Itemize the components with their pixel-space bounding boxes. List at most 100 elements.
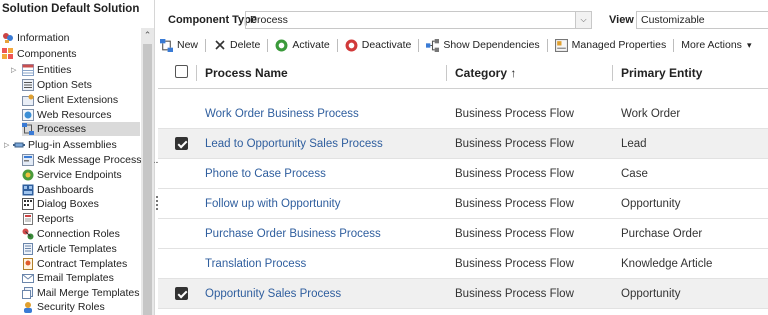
- sidebar-item-web-resources[interactable]: Web Resources: [22, 108, 112, 122]
- sidebar-item-label: Dialog Boxes: [37, 198, 99, 210]
- sidebar-item-label: Mail Merge Templates: [37, 287, 140, 299]
- contract-templates-icon: [23, 258, 33, 270]
- sidebar-item-information[interactable]: Information: [2, 31, 70, 45]
- sidebar-item-label: Information: [17, 32, 70, 44]
- table-row[interactable]: Purchase Order Business Process Business …: [158, 219, 768, 249]
- primary-entity-cell: Opportunity: [621, 288, 681, 300]
- sidebar-item-label: Client Extensions: [37, 94, 119, 106]
- security-roles-icon: [24, 302, 32, 313]
- information-icon: [3, 33, 13, 43]
- grid-header: Process Name Category ↑ Primary Entity: [158, 58, 768, 89]
- sidebar-item-label: Web Resources: [37, 109, 112, 121]
- show-dependencies-label: Show Dependencies: [443, 39, 540, 51]
- table-row[interactable]: Phone to Case Process Business Process Fl…: [158, 159, 768, 189]
- view-select[interactable]: Customizable: [636, 11, 768, 29]
- primary-entity-cell: Opportunity: [621, 198, 681, 210]
- toolbar: New Delete Activate Deactivate Show Depe…: [160, 36, 751, 54]
- row-checkbox[interactable]: [175, 137, 188, 150]
- sidebar-item-label: Article Templates: [37, 243, 117, 255]
- sidebar-item-security-roles[interactable]: Security Roles: [22, 300, 105, 314]
- sidebar-item-dialog-boxes[interactable]: Dialog Boxes: [22, 197, 99, 211]
- deactivate-button[interactable]: Deactivate: [345, 39, 412, 52]
- process-name-link[interactable]: Lead to Opportunity Sales Process: [205, 138, 383, 150]
- sidebar-item-contract-templates[interactable]: Contract Templates: [22, 257, 127, 271]
- show-dependencies-button[interactable]: Show Dependencies: [426, 38, 540, 52]
- deactivate-icon: [345, 39, 358, 52]
- more-actions-button[interactable]: More Actions ▾: [681, 39, 751, 51]
- sidebar-item-label: Service Endpoints: [37, 169, 122, 181]
- primary-entity-cell: Lead: [621, 138, 647, 150]
- process-name-link[interactable]: Purchase Order Business Process: [205, 228, 381, 240]
- sidebar-item-label: Entities: [37, 64, 72, 76]
- column-header-process-name[interactable]: Process Name: [205, 66, 288, 80]
- toolbar-divider: [673, 38, 675, 52]
- new-label: New: [177, 39, 199, 51]
- toolbar-divider: [267, 38, 269, 52]
- sidebar-item-email-templates[interactable]: Email Templates: [22, 271, 114, 285]
- primary-entity-cell: Purchase Order: [621, 228, 703, 240]
- process-name-link[interactable]: Opportunity Sales Process: [205, 288, 341, 300]
- web-resources-icon: [22, 109, 34, 121]
- sidebar-item-label: Components: [17, 48, 77, 60]
- sidebar-item-reports[interactable]: Reports: [22, 212, 74, 226]
- view-label: View: [609, 14, 634, 26]
- sidebar-item-components[interactable]: Components: [2, 47, 77, 61]
- table-row[interactable]: Work Order Business Process Business Proc…: [158, 99, 768, 129]
- table-row[interactable]: Translation Process Business Process Flow…: [158, 249, 768, 279]
- dashboards-icon: [22, 184, 34, 196]
- primary-entity-cell: Knowledge Article: [621, 258, 713, 270]
- sidebar-item-article-templates[interactable]: Article Templates: [22, 242, 117, 256]
- sidebar: Solution Default Solution Information Co…: [0, 0, 158, 315]
- expand-entities-icon[interactable]: ▷: [11, 66, 16, 74]
- delete-label: Delete: [230, 39, 261, 51]
- category-cell: Business Process Flow: [455, 108, 574, 120]
- sidebar-item-mail-merge-templates[interactable]: Mail Merge Templates: [22, 286, 140, 300]
- sidebar-item-sdk-message[interactable]: Sdk Message Processin...: [22, 153, 158, 167]
- scrollbar-thumb[interactable]: [143, 44, 152, 315]
- toolbar-divider: [336, 38, 338, 52]
- row-checkbox[interactable]: [175, 287, 188, 300]
- dialog-boxes-icon: [22, 198, 34, 210]
- sidebar-item-option-sets[interactable]: Option Sets: [22, 78, 92, 92]
- sidebar-item-label: Reports: [37, 213, 74, 225]
- sidebar-item-label: Contract Templates: [37, 258, 128, 270]
- process-name-link[interactable]: Work Order Business Process: [205, 108, 359, 120]
- toolbar-divider: [418, 38, 420, 52]
- toolbar-divider: [205, 38, 207, 52]
- sidebar-item-label: Security Roles: [37, 301, 105, 313]
- delete-button[interactable]: Delete: [213, 39, 260, 52]
- delete-icon: [213, 39, 226, 52]
- component-type-label: Component Type: [168, 14, 258, 26]
- deactivate-label: Deactivate: [361, 39, 412, 51]
- sidebar-item-processes[interactable]: Processes: [22, 122, 140, 136]
- table-row[interactable]: Follow up with Opportunity Business Proce…: [158, 189, 768, 219]
- process-name-link[interactable]: Follow up with Opportunity: [205, 198, 341, 210]
- activate-button[interactable]: Activate: [275, 39, 330, 52]
- select-all-checkbox[interactable]: [175, 65, 188, 78]
- sidebar-item-plugin-assemblies[interactable]: Plug-in Assemblies: [13, 138, 117, 152]
- sidebar-item-service-endpoints[interactable]: Service Endpoints: [22, 168, 122, 182]
- component-type-select[interactable]: Process ⌵: [245, 11, 592, 29]
- process-name-link[interactable]: Translation Process: [205, 258, 306, 270]
- service-endpoints-icon: [22, 169, 34, 181]
- chevron-down-icon[interactable]: ⌵: [575, 12, 591, 28]
- sidebar-item-entities[interactable]: Entities: [22, 63, 71, 77]
- sidebar-scrollbar[interactable]: ⌃: [141, 28, 154, 315]
- sidebar-item-client-extensions[interactable]: Client Extensions: [22, 93, 118, 107]
- column-header-category[interactable]: Category ↑: [455, 66, 516, 80]
- sidebar-item-connection-roles[interactable]: Connection Roles: [22, 227, 120, 241]
- managed-properties-button[interactable]: Managed Properties: [554, 38, 666, 52]
- expand-plugin-assemblies-icon[interactable]: ▷: [4, 141, 9, 149]
- process-name-link[interactable]: Phone to Case Process: [205, 168, 326, 180]
- processes-icon: [22, 123, 34, 135]
- managed-properties-icon: [554, 38, 568, 52]
- new-button[interactable]: New: [160, 38, 199, 52]
- column-divider: [446, 65, 447, 81]
- table-row[interactable]: Lead to Opportunity Sales Process Busines…: [158, 129, 768, 159]
- column-header-primary-entity[interactable]: Primary Entity: [621, 66, 702, 80]
- sidebar-item-dashboards[interactable]: Dashboards: [22, 183, 94, 197]
- scroll-up-icon[interactable]: ⌃: [141, 28, 154, 42]
- article-templates-icon: [23, 243, 33, 255]
- table-row[interactable]: Opportunity Sales Process Business Proces…: [158, 279, 768, 309]
- sdk-message-icon: [22, 154, 34, 166]
